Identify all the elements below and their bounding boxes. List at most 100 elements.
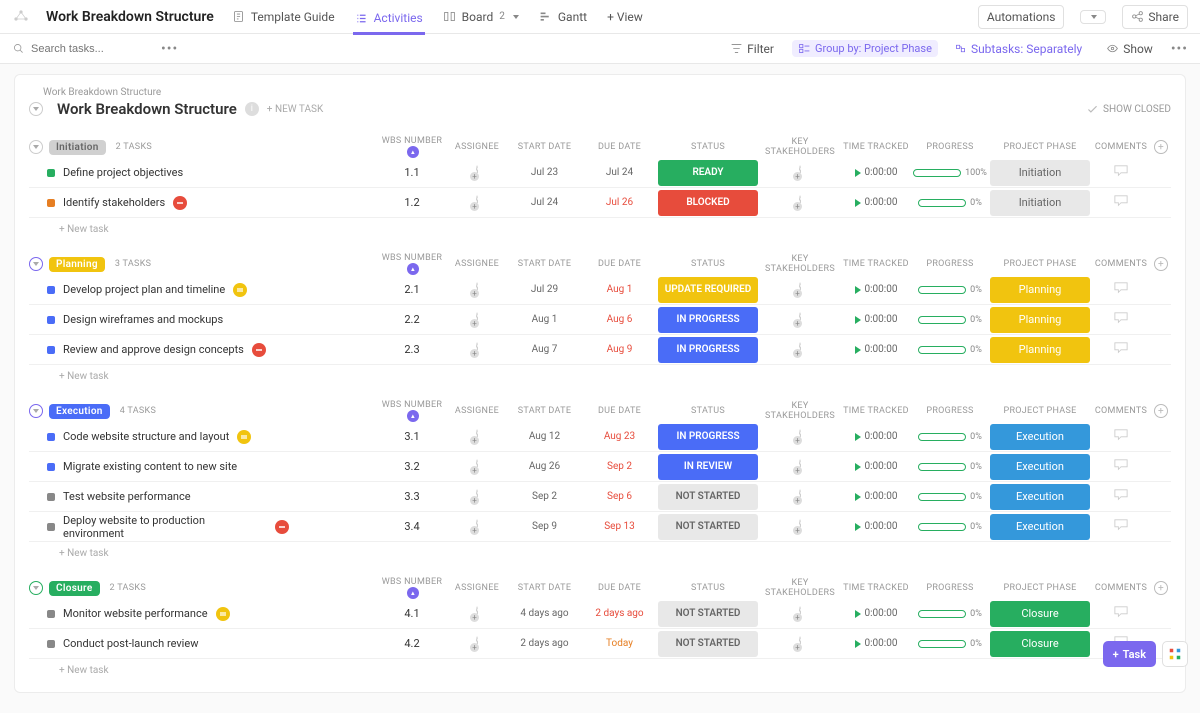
start-date[interactable]: Aug 12 — [507, 431, 582, 442]
col-due-date[interactable]: DUE DATE — [582, 142, 657, 152]
progress-cell[interactable]: 0% — [911, 198, 989, 208]
col-start-date[interactable]: START DATE — [507, 259, 582, 269]
col-start-date[interactable]: START DATE — [507, 583, 582, 593]
col-wbs[interactable]: WBS NUMBER — [377, 136, 447, 158]
assignee-add-icon[interactable] — [476, 519, 478, 534]
status-pill[interactable]: NOT STARTED — [658, 484, 758, 510]
info-icon[interactable]: i — [245, 102, 259, 116]
due-date[interactable]: Sep 6 — [582, 491, 657, 502]
tab-activities[interactable]: Activities — [353, 7, 425, 35]
comments-icon[interactable] — [1091, 518, 1151, 535]
status-pill[interactable]: UPDATE REQUIRED — [658, 277, 758, 303]
phase-pill[interactable]: Initiation — [990, 160, 1090, 186]
breadcrumb[interactable]: Work Breakdown Structure — [43, 87, 1171, 98]
progress-cell[interactable]: 100% — [911, 168, 989, 178]
group-tag[interactable]: Execution — [49, 404, 110, 419]
automations-button[interactable]: Automations — [978, 5, 1065, 29]
task-row[interactable]: Review and approve design concepts2.3Aug… — [29, 335, 1171, 365]
col-stakeholders[interactable]: KEY STAKEHOLDERS — [759, 401, 841, 421]
due-date[interactable]: Aug 6 — [582, 314, 657, 325]
task-name[interactable]: Identify stakeholders — [63, 196, 165, 209]
toolbar-more-icon[interactable]: ••• — [1171, 41, 1188, 57]
assignee-add-icon[interactable] — [476, 165, 478, 180]
task-name[interactable]: Migrate existing content to new site — [63, 460, 237, 473]
due-date[interactable]: Jul 24 — [582, 167, 657, 178]
comments-icon[interactable] — [1091, 194, 1151, 211]
col-time-tracked[interactable]: TIME TRACKED — [841, 259, 911, 269]
start-date[interactable]: Sep 2 — [507, 491, 582, 502]
time-tracked[interactable]: 0:00:00 — [841, 344, 911, 355]
task-row[interactable]: Identify stakeholders1.2Jul 24Jul 26BLOC… — [29, 188, 1171, 218]
progress-cell[interactable]: 0% — [911, 462, 989, 472]
start-date[interactable]: Jul 23 — [507, 167, 582, 178]
assignee-add-icon[interactable] — [476, 489, 478, 504]
status-pill[interactable]: NOT STARTED — [658, 631, 758, 657]
col-project-phase[interactable]: PROJECT PHASE — [989, 142, 1091, 152]
progress-cell[interactable]: 0% — [911, 609, 989, 619]
group-collapse-icon[interactable] — [29, 257, 43, 271]
col-time-tracked[interactable]: TIME TRACKED — [841, 583, 911, 593]
time-tracked[interactable]: 0:00:00 — [841, 314, 911, 325]
task-name[interactable]: Deploy website to production environment — [63, 514, 267, 540]
tab-gantt[interactable]: Gantt — [537, 6, 589, 28]
filter-button[interactable]: Filter — [722, 38, 782, 60]
comments-icon[interactable] — [1091, 428, 1151, 445]
progress-cell[interactable]: 0% — [911, 345, 989, 355]
due-date[interactable]: Sep 2 — [582, 461, 657, 472]
col-wbs[interactable]: WBS NUMBER — [377, 577, 447, 599]
phase-pill[interactable]: Execution — [990, 454, 1090, 480]
assignee-add-icon[interactable] — [476, 342, 478, 357]
more-icon[interactable]: ••• — [161, 41, 178, 57]
assignee-add-icon[interactable] — [476, 195, 478, 210]
assignee-add-icon[interactable] — [476, 282, 478, 297]
comments-icon[interactable] — [1091, 458, 1151, 475]
group-collapse-icon[interactable] — [29, 581, 43, 595]
stakeholder-add-icon[interactable] — [799, 282, 801, 297]
start-date[interactable]: 2 days ago — [507, 638, 582, 649]
col-status[interactable]: STATUS — [657, 259, 759, 269]
col-comments[interactable]: COMMENTS — [1091, 259, 1151, 269]
progress-cell[interactable]: 0% — [911, 492, 989, 502]
stakeholder-add-icon[interactable] — [799, 429, 801, 444]
progress-cell[interactable]: 0% — [911, 315, 989, 325]
group-tag[interactable]: Initiation — [49, 140, 106, 155]
col-time-tracked[interactable]: TIME TRACKED — [841, 142, 911, 152]
assignee-add-icon[interactable] — [476, 606, 478, 621]
status-pill[interactable]: BLOCKED — [658, 190, 758, 216]
stakeholder-add-icon[interactable] — [799, 459, 801, 474]
stakeholder-add-icon[interactable] — [799, 165, 801, 180]
task-row[interactable]: Conduct post-launch review4.22 days agoT… — [29, 629, 1171, 659]
col-project-phase[interactable]: PROJECT PHASE — [989, 583, 1091, 593]
start-date[interactable]: Aug 1 — [507, 314, 582, 325]
stakeholder-add-icon[interactable] — [799, 195, 801, 210]
due-date[interactable]: Jul 26 — [582, 197, 657, 208]
show-button[interactable]: Show — [1098, 38, 1161, 60]
new-task-row[interactable]: + New task — [29, 365, 1171, 382]
col-comments[interactable]: COMMENTS — [1091, 406, 1151, 416]
status-pill[interactable]: READY — [658, 160, 758, 186]
col-comments[interactable]: COMMENTS — [1091, 142, 1151, 152]
stakeholder-add-icon[interactable] — [799, 606, 801, 621]
task-name[interactable]: Code website structure and layout — [63, 430, 229, 443]
status-pill[interactable]: NOT STARTED — [658, 514, 758, 540]
assignee-add-icon[interactable] — [476, 312, 478, 327]
start-date[interactable]: Jul 24 — [507, 197, 582, 208]
assignee-add-icon[interactable] — [476, 636, 478, 651]
task-row[interactable]: Define project objectives1.1Jul 23Jul 24… — [29, 158, 1171, 188]
time-tracked[interactable]: 0:00:00 — [841, 638, 911, 649]
col-stakeholders[interactable]: KEY STAKEHOLDERS — [759, 578, 841, 598]
comments-icon[interactable] — [1091, 281, 1151, 298]
add-column-button[interactable]: + — [1154, 581, 1168, 595]
status-pill[interactable]: IN PROGRESS — [658, 424, 758, 450]
due-date[interactable]: 2 days ago — [582, 608, 657, 619]
time-tracked[interactable]: 0:00:00 — [841, 284, 911, 295]
task-row[interactable]: Develop project plan and timeline2.1Jul … — [29, 275, 1171, 305]
task-row[interactable]: Code website structure and layout3.1Aug … — [29, 422, 1171, 452]
phase-pill[interactable]: Closure — [990, 601, 1090, 627]
col-stakeholders[interactable]: KEY STAKEHOLDERS — [759, 137, 841, 157]
tab-board[interactable]: Board 2 — [441, 6, 521, 28]
apps-fab[interactable] — [1162, 641, 1188, 667]
phase-pill[interactable]: Initiation — [990, 190, 1090, 216]
progress-cell[interactable]: 0% — [911, 285, 989, 295]
col-assignee[interactable]: ASSIGNEE — [447, 259, 507, 269]
